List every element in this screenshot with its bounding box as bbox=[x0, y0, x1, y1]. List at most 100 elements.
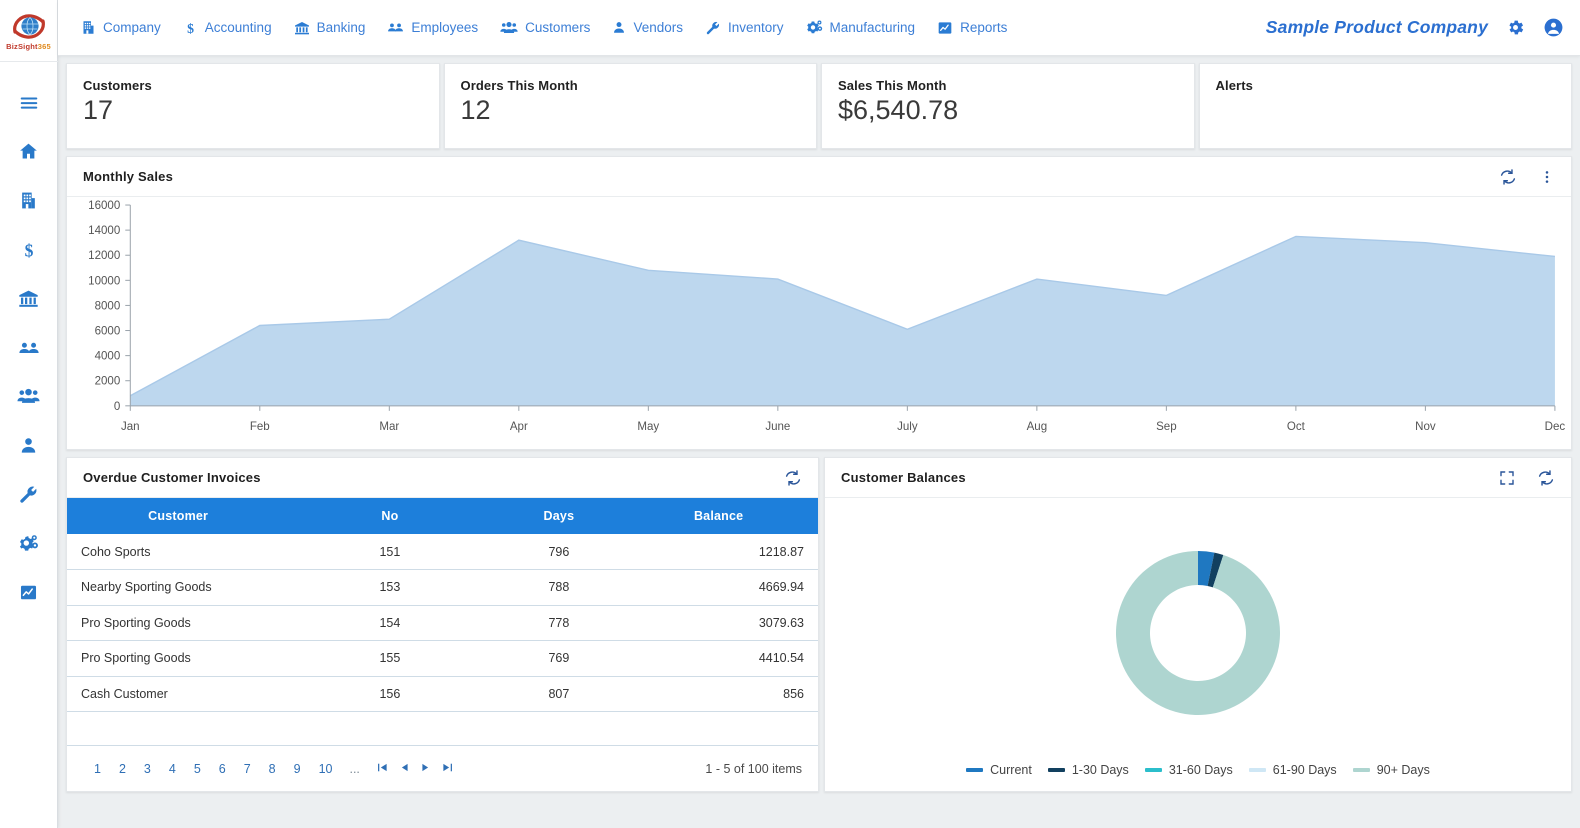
kpi-card-orders-this-month[interactable]: Orders This Month 12 bbox=[443, 63, 817, 149]
table-row[interactable]: Pro Sporting Goods 155 769 4410.54 bbox=[67, 640, 818, 677]
sidebar-item-banking[interactable] bbox=[0, 274, 58, 323]
area-chart-labels-svg: 0 2000 4000 6000 8000 10000 12000 14000 16000 Jan… bbox=[88, 200, 1565, 433]
logo-365-text: 365 bbox=[37, 41, 51, 51]
refresh-icon[interactable] bbox=[1537, 469, 1555, 487]
app-logo[interactable]: BizSight365 bbox=[0, 0, 58, 62]
bottom-panel-row: Overdue Customer Invoices Customer No Da… bbox=[66, 457, 1572, 792]
sidebar-item-company[interactable] bbox=[0, 176, 58, 225]
left-sidebar: BizSight365 $ bbox=[0, 0, 58, 828]
legend-swatch bbox=[1352, 768, 1370, 772]
pagination-arrows bbox=[372, 762, 458, 776]
sidebar-item-reports[interactable] bbox=[0, 568, 58, 617]
customer-balances-actions bbox=[1499, 469, 1555, 487]
nav-label-customers: Customers bbox=[525, 20, 591, 35]
col-header-days[interactable]: Days bbox=[472, 498, 646, 534]
table-row[interactable]: Pro Sporting Goods 154 778 3079.63 bbox=[67, 605, 818, 641]
nav-item-manufacturing[interactable]: Manufacturing bbox=[795, 0, 927, 56]
kpi-title-orders: Orders This Month bbox=[460, 78, 578, 93]
cell-balance: 4410.54 bbox=[645, 640, 818, 677]
menu-toggle[interactable] bbox=[0, 78, 58, 127]
page-4[interactable]: 4 bbox=[160, 762, 185, 776]
svg-text:10000: 10000 bbox=[88, 275, 120, 287]
svg-text:May: May bbox=[637, 421, 659, 433]
sidebar-item-accounting[interactable]: $ bbox=[0, 225, 58, 274]
page-5[interactable]: 5 bbox=[185, 762, 210, 776]
globe-logo-icon bbox=[12, 13, 46, 41]
nav-item-customers[interactable]: Customers bbox=[489, 0, 601, 56]
legend-item[interactable]: 31-60 Days bbox=[1144, 763, 1233, 777]
cell-no: 155 bbox=[307, 640, 473, 677]
nav-item-vendors[interactable]: Vendors bbox=[601, 0, 694, 56]
nav-item-employees[interactable]: Employees bbox=[376, 0, 489, 56]
page-9[interactable]: 9 bbox=[285, 762, 310, 776]
svg-text:8000: 8000 bbox=[95, 300, 121, 312]
col-header-no[interactable]: No bbox=[307, 498, 473, 534]
sidebar-item-vendors[interactable] bbox=[0, 421, 58, 470]
page-10[interactable]: 10 bbox=[310, 762, 342, 776]
logo-wordmark: BizSight365 bbox=[6, 42, 51, 51]
sidebar-item-customers[interactable] bbox=[0, 372, 58, 421]
refresh-icon[interactable] bbox=[784, 469, 802, 487]
overdue-invoices-actions bbox=[784, 469, 802, 487]
prev-page-icon[interactable] bbox=[395, 762, 414, 776]
refresh-icon[interactable] bbox=[1499, 168, 1517, 186]
page-7[interactable]: 7 bbox=[235, 762, 260, 776]
fullscreen-icon[interactable] bbox=[1499, 470, 1515, 486]
sidebar-item-manufacturing[interactable] bbox=[0, 519, 58, 568]
page-6[interactable]: 6 bbox=[210, 762, 235, 776]
nav-item-company[interactable]: Company bbox=[70, 0, 172, 56]
col-header-balance[interactable]: Balance bbox=[645, 498, 818, 534]
first-page-icon[interactable] bbox=[372, 762, 393, 776]
cell-days: 788 bbox=[472, 569, 646, 606]
bank-icon bbox=[294, 20, 310, 36]
col-header-customer[interactable]: Customer bbox=[67, 498, 308, 534]
svg-text:0: 0 bbox=[114, 401, 120, 413]
page-3[interactable]: 3 bbox=[135, 762, 160, 776]
nav-item-inventory[interactable]: Inventory bbox=[694, 0, 795, 56]
kpi-card-customers[interactable]: Customers 17 bbox=[66, 63, 440, 149]
svg-text:Mar: Mar bbox=[379, 421, 399, 433]
top-nav-right-group: Sample Product Company bbox=[1266, 17, 1580, 38]
sidebar-item-inventory[interactable] bbox=[0, 470, 58, 519]
kpi-card-alerts[interactable]: Alerts bbox=[1198, 63, 1572, 149]
sidebar-item-employees[interactable] bbox=[0, 323, 58, 372]
donut-svg bbox=[1116, 551, 1280, 715]
nav-item-accounting[interactable]: $ Accounting bbox=[172, 0, 283, 56]
sidebar-item-home[interactable] bbox=[0, 127, 58, 176]
svg-text:Nov: Nov bbox=[1415, 421, 1436, 433]
nav-label-banking: Banking bbox=[316, 20, 366, 35]
nav-item-reports[interactable]: Reports bbox=[926, 0, 1018, 56]
legend-item[interactable]: 61-90 Days bbox=[1248, 763, 1337, 777]
nav-item-banking[interactable]: Banking bbox=[283, 0, 377, 56]
account-circle-icon[interactable] bbox=[1543, 17, 1564, 38]
table-row[interactable]: Cash Customer 156 807 856 bbox=[67, 676, 818, 712]
nav-label-reports: Reports bbox=[960, 20, 1008, 35]
svg-text:12000: 12000 bbox=[88, 250, 120, 262]
table-row[interactable]: Coho Sports 151 796 1218.87 bbox=[67, 534, 818, 570]
svg-text:16000: 16000 bbox=[88, 200, 120, 212]
legend-item[interactable]: 90+ Days bbox=[1352, 763, 1430, 777]
last-page-icon[interactable] bbox=[437, 762, 458, 776]
legend-item[interactable]: Current bbox=[966, 763, 1032, 777]
top-navigation-bar: Company $ Accounting Banking Employees C… bbox=[58, 0, 1580, 56]
logo-biz-text: BizSight bbox=[6, 41, 38, 51]
kpi-card-sales-this-month[interactable]: Sales This Month $6,540.78 bbox=[821, 63, 1195, 149]
page-8[interactable]: 8 bbox=[260, 762, 285, 776]
pagination: 1 2 3 4 5 6 7 8 9 10 ... 1 - 5 of 100 it… bbox=[67, 745, 818, 791]
next-page-icon[interactable] bbox=[416, 762, 435, 776]
page-2[interactable]: 2 bbox=[110, 762, 135, 776]
page-1[interactable]: 1 bbox=[85, 762, 110, 776]
cell-days: 796 bbox=[472, 534, 646, 570]
gear-icon[interactable] bbox=[1506, 18, 1525, 37]
main-region: Company $ Accounting Banking Employees C… bbox=[58, 0, 1580, 828]
more-vertical-icon[interactable] bbox=[1539, 169, 1555, 185]
customer-balances-header: Customer Balances bbox=[825, 458, 1571, 498]
table-body: Coho Sports 151 796 1218.87 Nearby Sport… bbox=[67, 534, 818, 712]
svg-text:6000: 6000 bbox=[95, 326, 121, 338]
svg-text:Oct: Oct bbox=[1287, 421, 1306, 433]
table-row[interactable]: Nearby Sporting Goods 153 788 4669.94 bbox=[67, 569, 818, 606]
legend-item[interactable]: 1-30 Days bbox=[1047, 763, 1129, 777]
wrench-icon bbox=[705, 20, 721, 36]
svg-text:4000: 4000 bbox=[95, 351, 121, 363]
legend-label: 31-60 Days bbox=[1168, 763, 1233, 777]
